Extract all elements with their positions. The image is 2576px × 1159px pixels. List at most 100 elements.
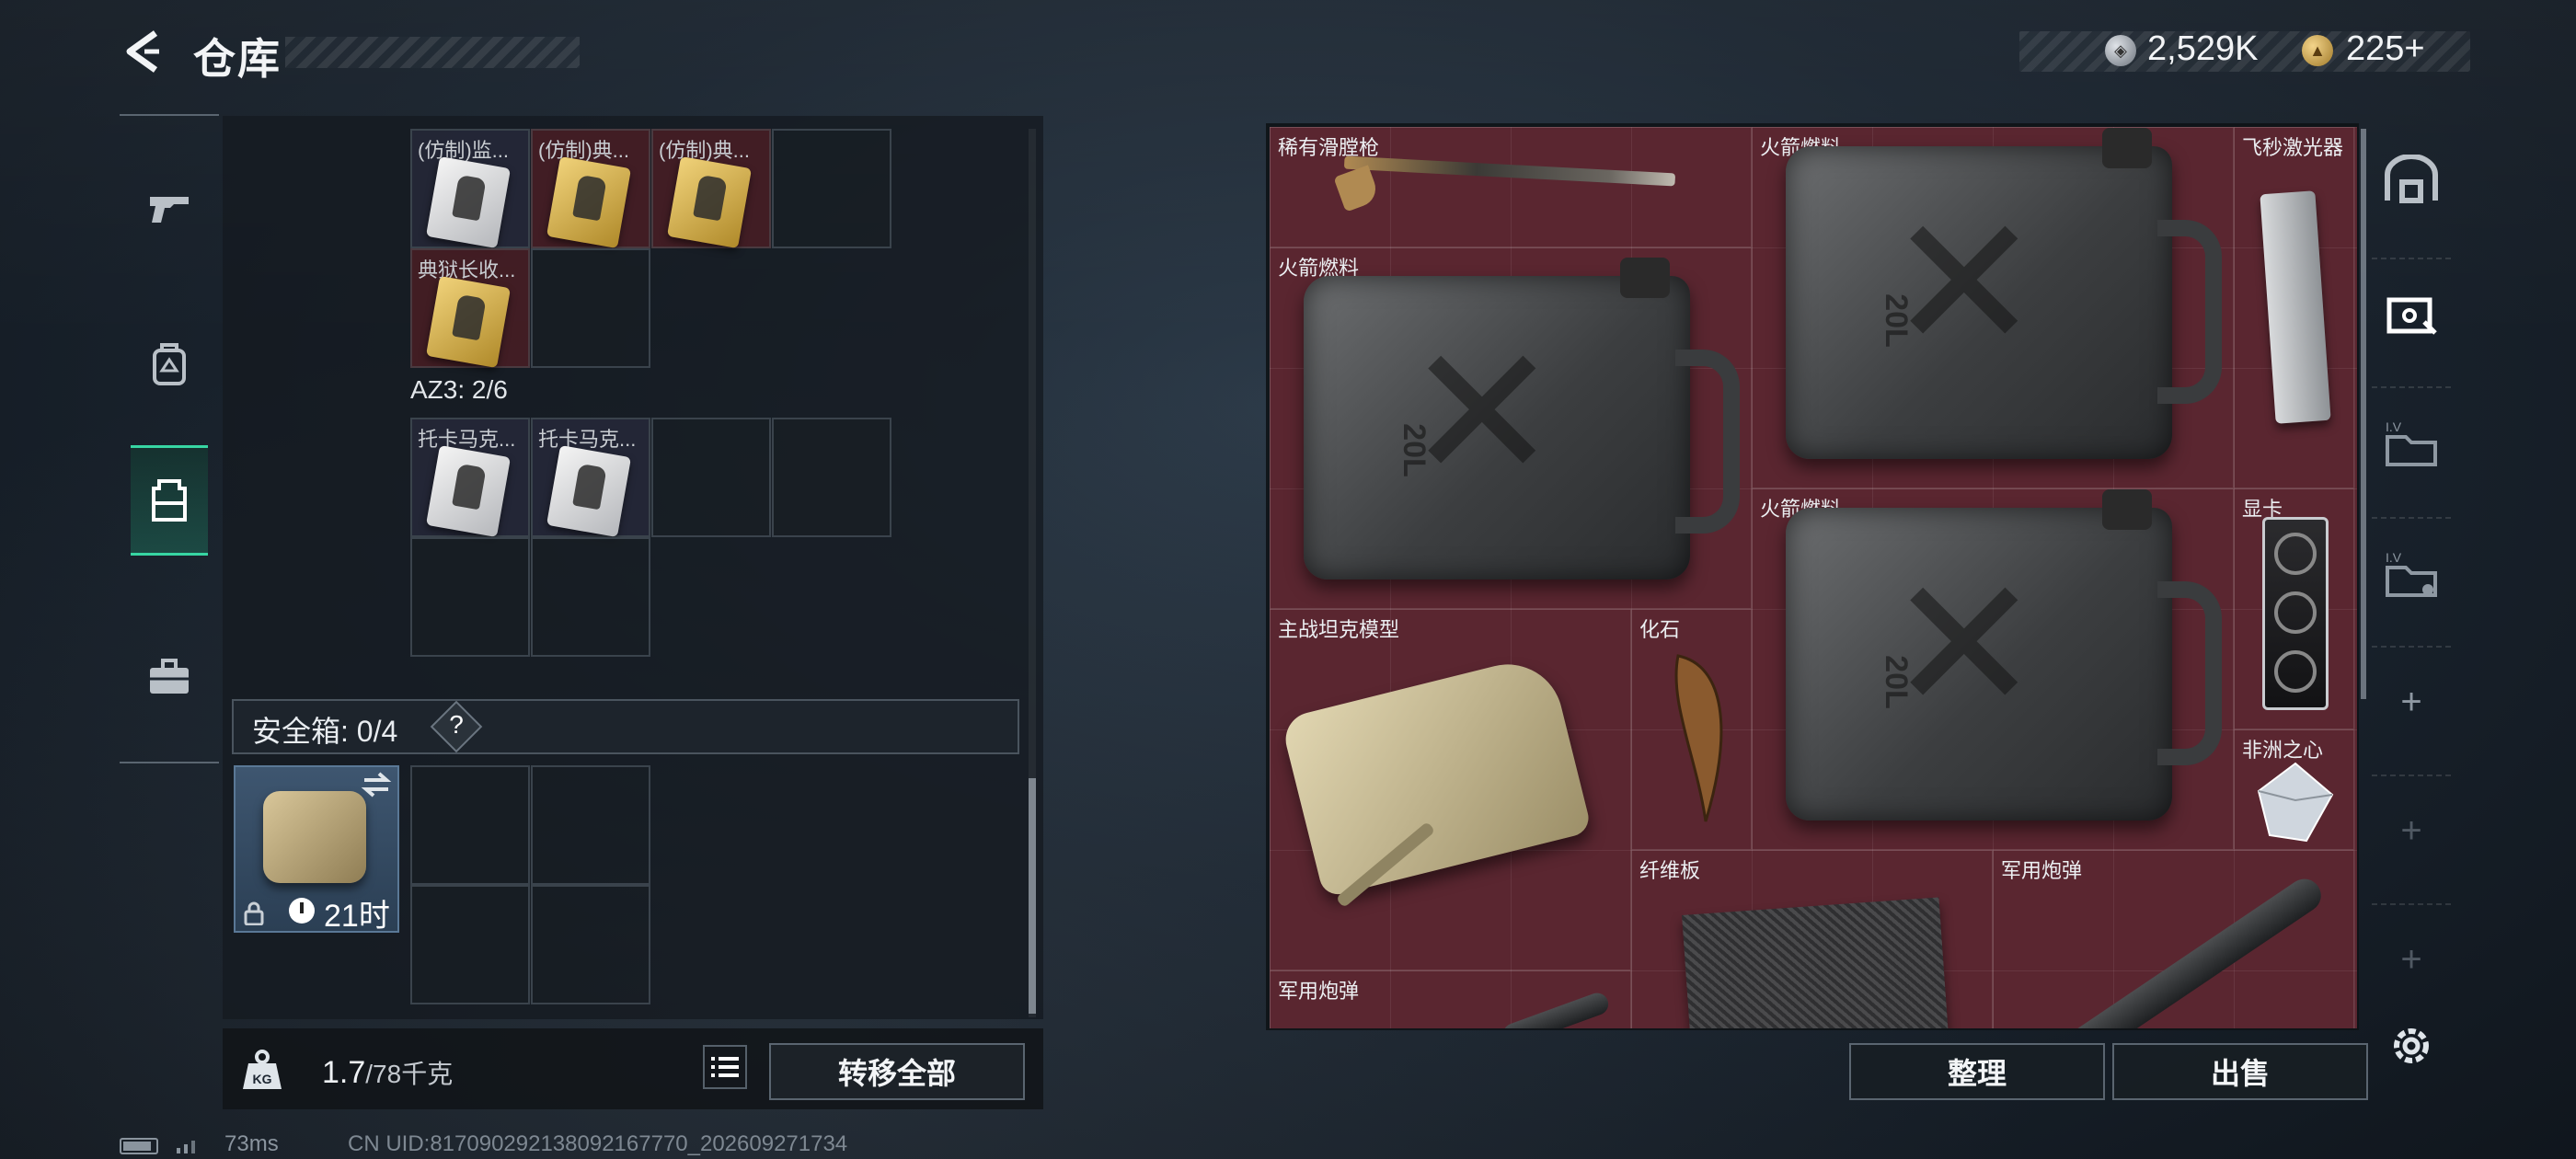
- sidebar-item-backpack[interactable]: [120, 309, 219, 419]
- pistol-icon: [150, 197, 189, 223]
- inventory-slot[interactable]: (仿制)典...: [651, 129, 771, 249]
- sort-button[interactable]: 整理: [1849, 1043, 2105, 1100]
- add-category-slot[interactable]: +: [2372, 903, 2451, 1014]
- stash-item-fiberboard[interactable]: 纤维板: [1631, 850, 1993, 1028]
- can-cap: [2102, 489, 2152, 530]
- sidebar-item-weapon[interactable]: [120, 153, 219, 263]
- diamond-icon: [2257, 762, 2334, 843]
- can-x-mark: ✕: [1887, 181, 2041, 386]
- safebox-slot-empty[interactable]: [531, 885, 650, 1004]
- category-valuables[interactable]: [2372, 258, 2451, 368]
- back-button[interactable]: [120, 28, 166, 75]
- inventory-slot-empty[interactable]: [410, 537, 530, 657]
- stash-item-tank-model[interactable]: 主战坦克模型: [1270, 609, 1631, 970]
- silver-coin-icon: ◈: [2105, 35, 2136, 66]
- inventory-slot[interactable]: 典狱长收...: [410, 248, 530, 369]
- inventory-slot[interactable]: (仿制)典...: [531, 129, 650, 249]
- swap-icon[interactable]: [361, 771, 392, 798]
- stash-item-gpu[interactable]: 显卡: [2234, 488, 2354, 729]
- equipment-sidebar: [120, 114, 219, 763]
- item-label: 军用炮弹: [2001, 859, 2083, 882]
- item-label: (仿制)典...: [538, 139, 629, 162]
- jerry-can-icon: ✕ 20L: [1786, 508, 2172, 820]
- item-label: 军用炮弹: [1278, 980, 1360, 1003]
- list-view-button[interactable]: [703, 1045, 747, 1089]
- inventory-slot[interactable]: (仿制)监...: [410, 129, 530, 249]
- laser-device-icon: [2260, 190, 2331, 424]
- sell-button[interactable]: 出售: [2112, 1043, 2368, 1100]
- gpu-icon: [2262, 517, 2329, 710]
- backpack-icon: [153, 343, 186, 385]
- can-volume-label: 20L: [1396, 423, 1432, 477]
- container-section-label: AZ3: 2/6: [410, 375, 508, 404]
- battery-signal-icon: [120, 1138, 195, 1154]
- inventory-slot[interactable]: 托卡马克...: [410, 418, 530, 538]
- clock-icon: [289, 898, 315, 924]
- inventory-slot-empty[interactable]: [531, 248, 650, 368]
- item-label: (仿制)监...: [418, 139, 509, 162]
- add-category-slot[interactable]: +: [2372, 775, 2451, 885]
- category-folder-4[interactable]: I.V: [2372, 386, 2451, 497]
- stash-item-laser[interactable]: 飞秒激光器: [2234, 127, 2354, 488]
- stash-item-rocket-fuel[interactable]: 火箭燃料 ✕ 20L: [1270, 247, 1752, 609]
- inventory-slot-empty[interactable]: [772, 418, 891, 537]
- stash-item-artillery-shell[interactable]: 军用炮弹: [1993, 850, 2354, 1028]
- toolbox-icon: [150, 659, 189, 694]
- inventory-slot[interactable]: 托卡马克...: [531, 418, 650, 538]
- keycard-icon: [425, 155, 512, 249]
- transfer-all-button[interactable]: 转移全部: [769, 1043, 1025, 1100]
- can-x-mark: ✕: [1405, 311, 1559, 516]
- inventory-scrollbar-thumb[interactable]: [1029, 778, 1036, 1014]
- item-label: 飞秒激光器: [2242, 136, 2344, 159]
- gold-coin-icon: ▲: [2302, 35, 2333, 66]
- inventory-slot-empty[interactable]: [772, 129, 891, 248]
- musket-stock-icon: [1333, 165, 1381, 212]
- stash-item-rocket-fuel[interactable]: 火箭燃料 ✕ 20L: [1752, 488, 2234, 850]
- safebox-slot-empty[interactable]: [410, 885, 530, 1004]
- item-label: 托卡马克...: [538, 428, 637, 451]
- jerry-can-icon: ✕ 20L: [1786, 146, 2172, 459]
- inventory-slot-empty[interactable]: [531, 537, 650, 657]
- inventory-slot-empty[interactable]: [651, 418, 771, 537]
- gold-currency-value[interactable]: 225+: [2346, 29, 2425, 69]
- settings-gear-icon[interactable]: [2386, 1021, 2436, 1071]
- sidebar-item-vest[interactable]: [131, 445, 208, 556]
- item-label: (仿制)典...: [659, 139, 750, 162]
- stash-scrollbar[interactable]: [2361, 129, 2366, 699]
- missile-icon: [2064, 872, 2328, 1028]
- fiberboard-icon: [1682, 897, 1950, 1028]
- safe-box-icon: [263, 791, 366, 883]
- plus-icon: +: [2400, 938, 2422, 980]
- item-label: 典狱长收...: [418, 258, 516, 281]
- stash-item-rocket-fuel[interactable]: 火箭燃料 ✕ 20L: [1752, 127, 2234, 488]
- lock-icon: [244, 901, 264, 925]
- category-folder-4b[interactable]: I.V: [2372, 517, 2451, 627]
- plus-icon: +: [2400, 809, 2422, 851]
- help-icon[interactable]: ?: [445, 710, 467, 740]
- weight-max: /78千克: [365, 1060, 454, 1088]
- stash-item-musket[interactable]: 稀有滑膛枪: [1270, 127, 1752, 247]
- missile-icon: [1500, 990, 1612, 1028]
- stash-item-diamond[interactable]: 非洲之心: [2234, 729, 2354, 850]
- safebox-timer: 21时: [324, 899, 390, 934]
- add-category-button[interactable]: +: [2372, 646, 2451, 756]
- folder-settings-icon: I.V: [2386, 550, 2437, 597]
- safebox-slot-empty[interactable]: [410, 765, 530, 885]
- plus-icon: +: [2400, 681, 2422, 722]
- stash-item-artillery-shell[interactable]: 军用炮弹: [1270, 970, 1631, 1028]
- ping-text: 73ms: [224, 1131, 279, 1156]
- jerry-can-icon: ✕ 20L: [1304, 276, 1690, 580]
- stash-item-fossil[interactable]: 化石: [1631, 609, 1752, 850]
- page-title: 仓库: [193, 35, 282, 83]
- weight-current: 1.7: [322, 1055, 366, 1090]
- category-all[interactable]: [2372, 125, 2451, 235]
- tank-icon: [1280, 652, 1593, 899]
- can-volume-label: 20L: [1878, 293, 1914, 348]
- safebox-label: 安全箱: 0/4: [252, 715, 398, 748]
- keycard-icon: [425, 275, 512, 369]
- sidebar-item-toolbox[interactable]: [120, 622, 219, 732]
- item-label: 纤维板: [1639, 859, 1701, 882]
- can-handle: [1675, 350, 1740, 534]
- safebox-slot-empty[interactable]: [531, 765, 650, 885]
- fossil-claw-icon: [1674, 654, 1723, 822]
